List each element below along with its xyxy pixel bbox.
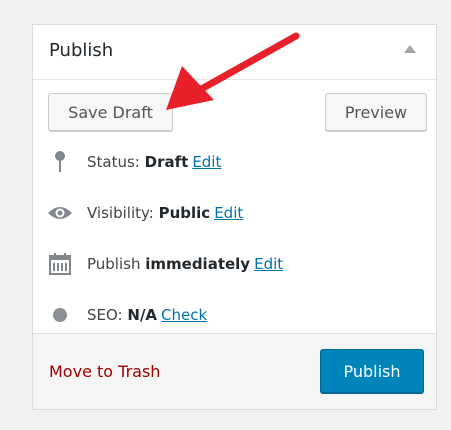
status-edit-link[interactable]: Edit bbox=[192, 153, 221, 171]
save-draft-button[interactable]: Save Draft bbox=[48, 93, 173, 131]
pin-icon bbox=[47, 150, 73, 174]
publish-box: Publish Save Draft Preview Status: Draft… bbox=[32, 24, 437, 410]
visibility-row: Visibility: Public Edit bbox=[47, 201, 243, 225]
schedule-row: Publish immediately Edit bbox=[47, 252, 283, 276]
visibility-value: Public bbox=[158, 204, 211, 222]
collapse-triangle-icon[interactable] bbox=[404, 45, 416, 53]
publish-button[interactable]: Publish bbox=[320, 349, 424, 393]
box-title: Publish bbox=[49, 40, 114, 61]
gray-dot-icon bbox=[47, 303, 73, 327]
schedule-label: Publish bbox=[87, 255, 141, 273]
status-label: Status: bbox=[87, 153, 140, 171]
major-publishing-actions: Move to Trash Publish bbox=[33, 333, 436, 409]
schedule-value: immediately bbox=[145, 255, 251, 273]
visibility-label: Visibility: bbox=[87, 204, 154, 222]
seo-value: N/A bbox=[127, 306, 158, 324]
seo-row: SEO: N/A Check bbox=[47, 303, 207, 327]
move-to-trash-link[interactable]: Move to Trash bbox=[49, 362, 160, 381]
schedule-edit-link[interactable]: Edit bbox=[254, 255, 283, 273]
seo-label: SEO: bbox=[87, 306, 123, 324]
publish-box-header[interactable]: Publish bbox=[33, 25, 436, 80]
calendar-icon bbox=[47, 252, 73, 276]
status-row: Status: Draft Edit bbox=[47, 150, 221, 174]
seo-check-link[interactable]: Check bbox=[161, 306, 207, 324]
status-value: Draft bbox=[144, 153, 189, 171]
preview-button[interactable]: Preview bbox=[325, 93, 427, 131]
visibility-edit-link[interactable]: Edit bbox=[214, 204, 243, 222]
eye-icon bbox=[47, 201, 73, 225]
